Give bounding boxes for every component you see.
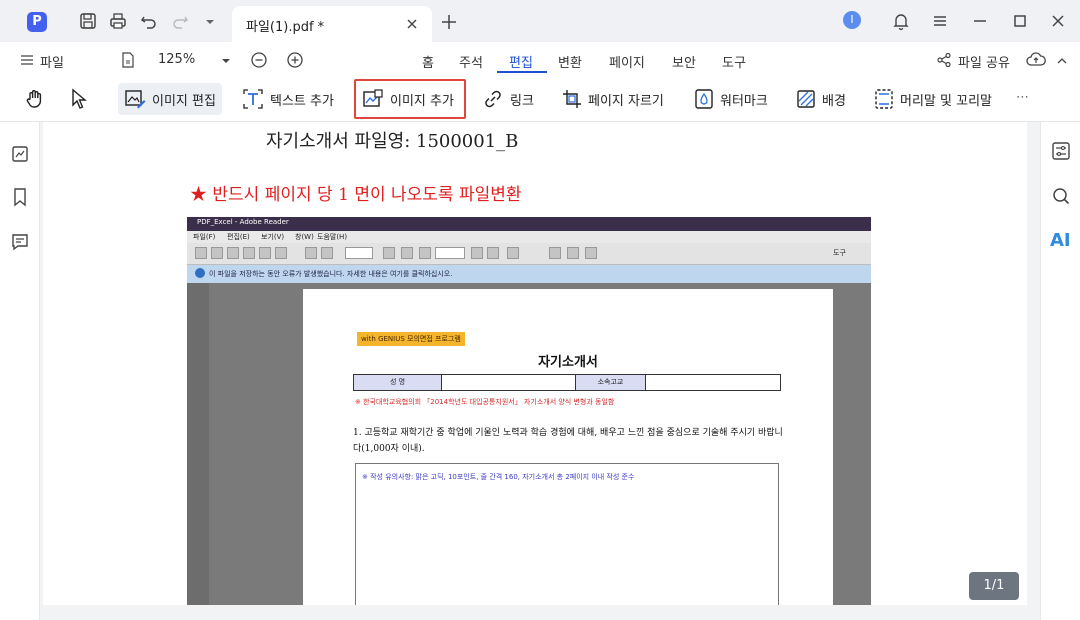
header-footer-label: 머리말 및 꼬리말 bbox=[900, 93, 992, 109]
app-logo: P bbox=[27, 12, 47, 32]
crop-icon bbox=[563, 90, 581, 108]
crop-page-label: 페이지 자르기 bbox=[588, 93, 664, 109]
minimize-icon[interactable] bbox=[970, 11, 990, 31]
zoom-out-icon[interactable] bbox=[250, 51, 268, 69]
tab-convert[interactable]: 변환 bbox=[558, 52, 582, 71]
redo-icon[interactable] bbox=[170, 11, 190, 31]
title-bar: P 파일(1).pdf * I bbox=[0, 0, 1080, 42]
image-edit-label: 이미지 편집 bbox=[152, 93, 216, 109]
link-label: 링크 bbox=[510, 93, 534, 109]
print-icon[interactable] bbox=[108, 11, 128, 31]
zoom-in-icon[interactable] bbox=[286, 51, 304, 69]
active-tab-indicator bbox=[497, 71, 547, 73]
doc-filename-line: 자기소개서 파일영: 1500001_B bbox=[266, 131, 519, 152]
embedded-tools-label: 도구 bbox=[833, 249, 846, 257]
paper-title: 자기소개서 bbox=[538, 355, 598, 370]
properties-icon[interactable] bbox=[1051, 141, 1071, 161]
tab-page[interactable]: 페이지 bbox=[609, 52, 645, 71]
page-view-icon[interactable] bbox=[120, 52, 136, 68]
embedded-toolbar: 도구 bbox=[187, 243, 871, 265]
watermark-button[interactable]: 워터마크 bbox=[694, 83, 768, 115]
save-icon[interactable] bbox=[78, 11, 98, 31]
close-window-icon[interactable] bbox=[1048, 11, 1068, 31]
red-note: ※ 한국대학교육협의회 「2014학년도 대입공통지원서」 자기소개서 양식 변… bbox=[355, 398, 615, 406]
embedded-sidebar bbox=[187, 283, 209, 605]
share-file-button[interactable]: 파일 공유 bbox=[958, 52, 1010, 71]
embedded-menu: 파일(F) 편집(E) 보기(V) 창(W) 도움말(H) bbox=[187, 231, 871, 243]
image-add-button[interactable]: 이미지 추가 bbox=[354, 79, 466, 119]
more-tools-button[interactable]: ⋯ bbox=[1016, 90, 1029, 105]
pdf-page[interactable]: 자기소개서 파일영: 1500001_B ★ 반드시 페이지 당 1 면이 나오… bbox=[43, 122, 1027, 605]
chevron-down-icon[interactable] bbox=[200, 11, 220, 31]
image-add-label: 이미지 추가 bbox=[390, 93, 454, 109]
tab-edit[interactable]: 편집 bbox=[509, 52, 533, 71]
genius-tag: with GENIUS 모의면접 프로그램 bbox=[357, 332, 465, 346]
watermark-label: 워터마크 bbox=[720, 93, 768, 109]
tab-tools[interactable]: 도구 bbox=[722, 52, 746, 71]
cloud-upload-icon[interactable] bbox=[1026, 51, 1046, 69]
left-sidebar bbox=[0, 122, 40, 620]
expand-chevron-icon[interactable] bbox=[1056, 56, 1068, 66]
edit-toolbar: 이미지 편집 텍스트 추가 이미지 추가 링크 페이지 자르기 워터마크 배경 … bbox=[0, 78, 1080, 122]
doc-instruction-line: ★ 반드시 페이지 당 1 면이 나오도록 파일변환 bbox=[190, 185, 522, 205]
link-button[interactable]: 링크 bbox=[482, 83, 534, 115]
form-table: 성 명 소속고교 bbox=[353, 374, 781, 391]
image-edit-button[interactable]: 이미지 편집 bbox=[118, 83, 222, 115]
image-edit-icon bbox=[125, 90, 146, 109]
image-add-icon bbox=[363, 89, 383, 107]
background-button[interactable]: 배경 bbox=[796, 83, 846, 115]
user-avatar[interactable]: I bbox=[843, 11, 861, 29]
background-icon bbox=[797, 90, 815, 108]
embedded-image[interactable]: PDF_Excel - Adobe Reader 파일(F) 편집(E) 보기(… bbox=[187, 217, 871, 605]
close-tab-icon[interactable] bbox=[404, 16, 420, 32]
background-label: 배경 bbox=[822, 93, 846, 109]
file-menu[interactable]: 파일 bbox=[40, 52, 64, 71]
header-footer-button[interactable]: 머리말 및 꼬리말 bbox=[874, 83, 992, 115]
embedded-paper: with GENIUS 모의면접 프로그램 자기소개서 성 명 소속고교 ※ 한… bbox=[303, 289, 833, 605]
zoom-level[interactable]: 125% bbox=[158, 52, 195, 67]
share-icon[interactable] bbox=[936, 52, 952, 68]
page-indicator: 1/1 bbox=[969, 572, 1019, 600]
ai-assistant-button[interactable]: AI bbox=[1050, 230, 1071, 251]
tab-annotate[interactable]: 주석 bbox=[459, 52, 483, 71]
zoom-dropdown-icon[interactable] bbox=[220, 56, 232, 66]
school-header: 소속고교 bbox=[576, 375, 646, 390]
hamburger-icon[interactable] bbox=[20, 53, 34, 67]
tab-home[interactable]: 홈 bbox=[422, 52, 434, 71]
bookmark-icon[interactable] bbox=[10, 187, 30, 207]
crop-page-button[interactable]: 페이지 자르기 bbox=[562, 83, 664, 115]
answer-box: ※ 작성 유의사항: 맑은 고딕, 10포인트, 줄 간격 160, 자기소개서… bbox=[355, 463, 779, 605]
header-footer-icon bbox=[875, 89, 893, 109]
document-tab[interactable]: 파일(1).pdf * bbox=[232, 6, 432, 42]
question-1: 1. 고등학교 재학기간 중 학업에 기울인 노력과 학습 경험에 대해, 배우… bbox=[353, 428, 783, 454]
new-tab-icon[interactable] bbox=[440, 13, 458, 31]
text-add-icon bbox=[243, 89, 263, 109]
comment-icon[interactable] bbox=[10, 232, 30, 252]
thumbnail-icon[interactable] bbox=[10, 144, 30, 164]
select-tool-icon[interactable] bbox=[69, 88, 89, 110]
text-add-label: 텍스트 추가 bbox=[270, 93, 334, 109]
search-icon[interactable] bbox=[1051, 186, 1071, 206]
watermark-icon bbox=[695, 89, 713, 109]
bell-icon[interactable] bbox=[891, 11, 911, 31]
menu-icon[interactable] bbox=[930, 11, 950, 31]
undo-icon[interactable] bbox=[139, 11, 159, 31]
right-sidebar: AI bbox=[1040, 122, 1080, 620]
embedded-window-title: PDF_Excel - Adobe Reader bbox=[187, 217, 871, 231]
hand-tool-icon[interactable] bbox=[24, 88, 46, 110]
name-header: 성 명 bbox=[354, 375, 442, 390]
text-add-button[interactable]: 텍스트 추가 bbox=[242, 83, 334, 115]
tab-security[interactable]: 보안 bbox=[672, 52, 696, 71]
maximize-icon[interactable] bbox=[1010, 11, 1030, 31]
document-canvas[interactable]: 자기소개서 파일영: 1500001_B ★ 반드시 페이지 당 1 면이 나오… bbox=[40, 122, 1040, 620]
tab-title: 파일(1).pdf * bbox=[246, 20, 325, 35]
link-icon bbox=[485, 90, 501, 108]
embedded-info-bar: 이 파일을 저장하는 동안 오류가 발생했습니다. 자세한 내용은 여기를 클릭… bbox=[187, 265, 871, 283]
